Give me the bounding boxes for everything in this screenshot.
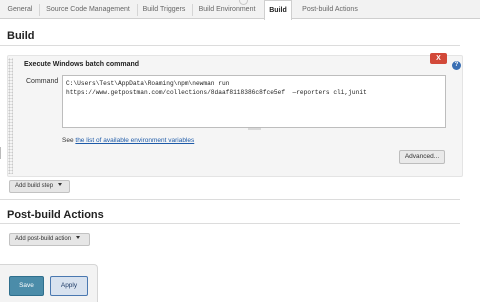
tab-separator bbox=[192, 4, 193, 16]
add-build-step-label: Add build step bbox=[15, 183, 54, 189]
tab-build-environment[interactable]: Build Environment bbox=[196, 2, 258, 18]
tab-build[interactable]: Build bbox=[264, 0, 292, 20]
section-divider bbox=[0, 223, 460, 224]
add-post-build-action-button[interactable]: Add post-build action bbox=[9, 233, 90, 246]
env-vars-prefix: See bbox=[62, 137, 74, 144]
tab-general[interactable]: General bbox=[4, 2, 36, 18]
command-label: Command bbox=[26, 78, 59, 85]
add-build-step-button[interactable]: Add build step bbox=[9, 180, 70, 193]
add-post-build-action-label: Add post-build action bbox=[15, 236, 72, 242]
command-textarea[interactable]: C:\Users\Test\AppData\Roaming\npm\newman… bbox=[62, 75, 446, 128]
section-divider bbox=[0, 45, 460, 46]
env-vars-note: See the list of available environment va… bbox=[62, 137, 194, 144]
env-vars-link[interactable]: the list of available environment variab… bbox=[75, 137, 194, 144]
textarea-resize-handle[interactable] bbox=[248, 127, 261, 130]
save-button[interactable]: Save bbox=[9, 276, 44, 296]
section-divider bbox=[0, 199, 460, 200]
page-edge-marker bbox=[0, 147, 3, 159]
build-section-title: Build bbox=[7, 30, 35, 42]
tab-source-code-management[interactable]: Source Code Management bbox=[42, 2, 134, 18]
chevron-down-icon bbox=[76, 236, 81, 239]
tab-post-build-actions[interactable]: Post-build Actions bbox=[298, 2, 362, 18]
tab-build-triggers[interactable]: Build Triggers bbox=[140, 2, 188, 18]
advanced-button[interactable]: Advanced... bbox=[399, 150, 445, 164]
tab-separator bbox=[39, 4, 40, 16]
tab-separator bbox=[137, 4, 138, 16]
post-build-section-title: Post-build Actions bbox=[7, 209, 104, 221]
chevron-down-icon bbox=[58, 183, 63, 186]
build-step-title: Execute Windows batch command bbox=[24, 61, 140, 68]
apply-button[interactable]: Apply bbox=[50, 276, 88, 296]
delete-step-button[interactable]: X bbox=[430, 53, 447, 64]
drag-handle-icon[interactable] bbox=[8, 58, 13, 174]
help-icon[interactable]: ? bbox=[452, 61, 461, 70]
